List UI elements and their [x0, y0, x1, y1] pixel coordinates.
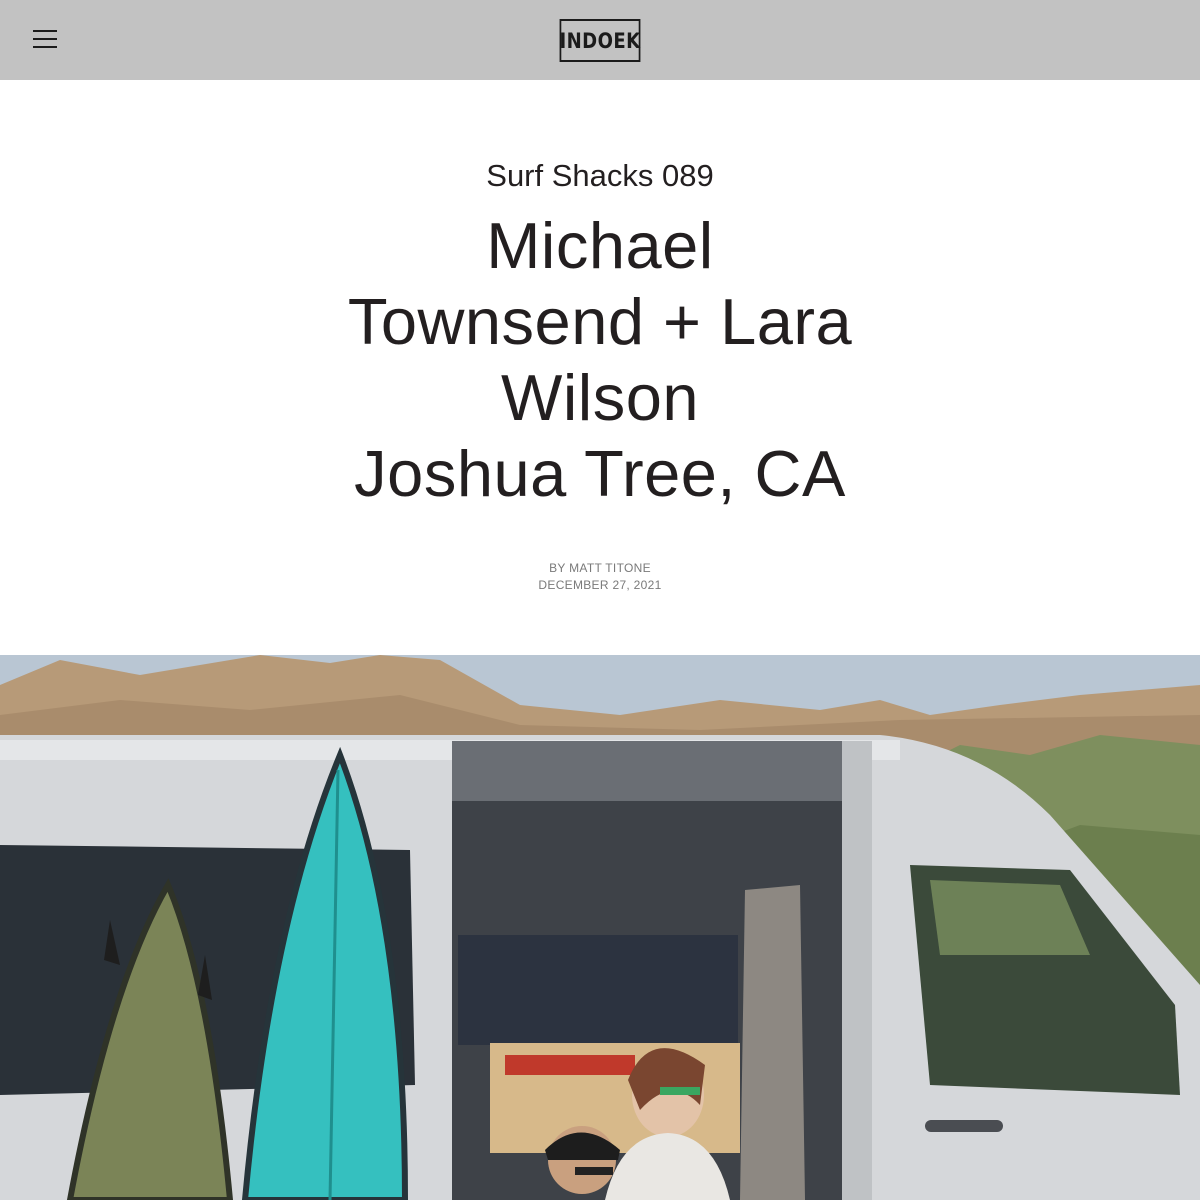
- site-logo[interactable]: INDOEK: [559, 19, 641, 62]
- site-header: INDOEK: [0, 0, 1200, 80]
- article-title-line: Michael: [486, 209, 714, 282]
- hamburger-menu-icon[interactable]: [30, 26, 60, 54]
- article-title-line: Joshua Tree, CA: [354, 437, 846, 510]
- hero-photo: [0, 655, 1200, 1200]
- article-title: Michael Townsend + Lara Wilson Joshua Tr…: [300, 208, 900, 512]
- byline[interactable]: BY MATT TITONE: [0, 560, 1200, 577]
- article-series-label[interactable]: Surf Shacks 089: [0, 158, 1200, 194]
- article-meta: BY MATT TITONE DECEMBER 27, 2021: [0, 560, 1200, 594]
- hero-photo-illustration: [0, 655, 1200, 1200]
- publish-date: DECEMBER 27, 2021: [538, 578, 662, 592]
- article-title-line: Townsend + Lara: [347, 285, 853, 358]
- article-title-line: Wilson: [500, 361, 700, 434]
